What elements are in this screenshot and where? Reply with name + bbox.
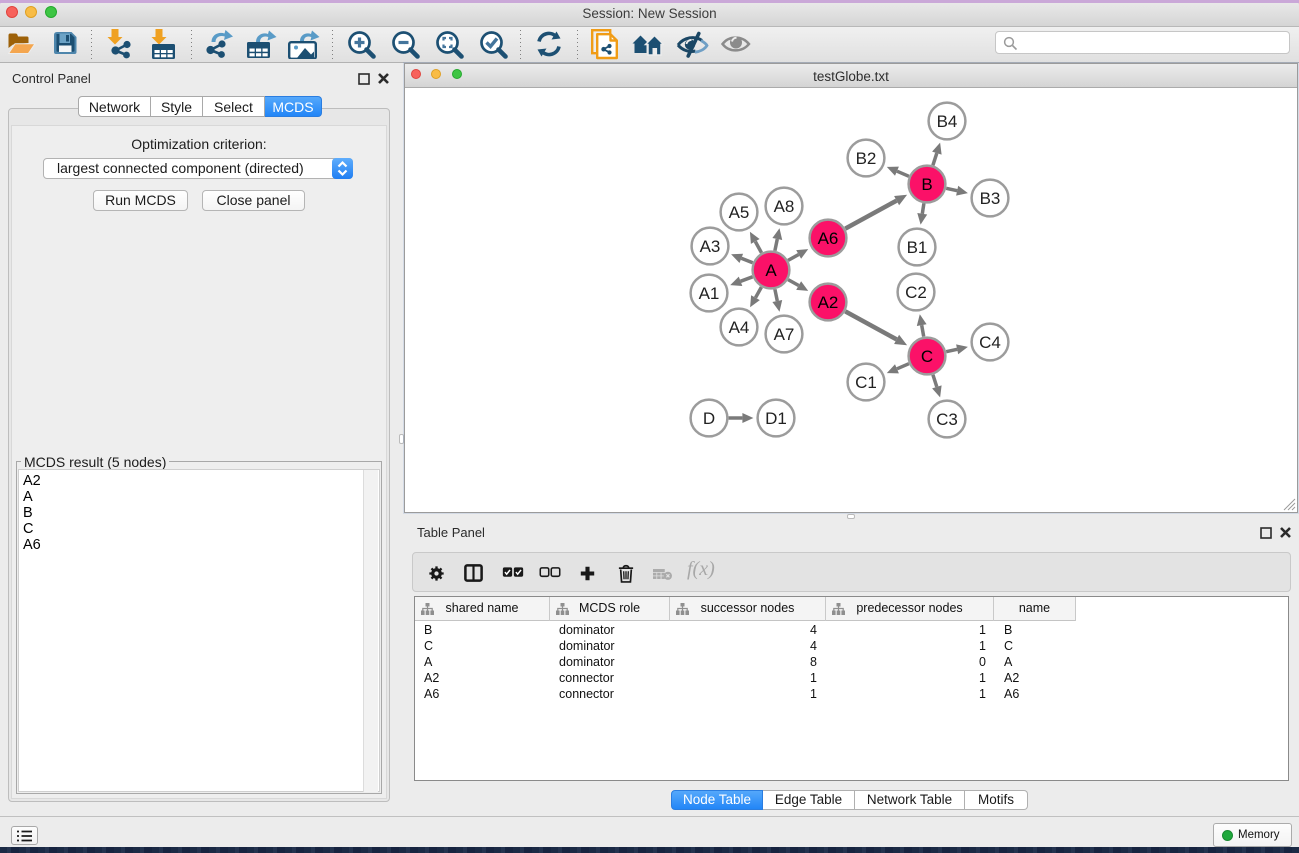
svg-text:D: D	[703, 409, 715, 428]
svg-text:B4: B4	[937, 112, 958, 131]
svg-text:B: B	[921, 175, 932, 194]
svg-text:B2: B2	[856, 149, 877, 168]
svg-text:B3: B3	[980, 189, 1001, 208]
svg-text:C4: C4	[979, 333, 1001, 352]
svg-text:C: C	[921, 347, 933, 366]
svg-text:B1: B1	[907, 238, 928, 257]
svg-text:A3: A3	[700, 237, 721, 256]
svg-text:A5: A5	[729, 203, 750, 222]
svg-text:A7: A7	[774, 325, 795, 344]
svg-text:C1: C1	[855, 373, 877, 392]
svg-text:A2: A2	[818, 293, 839, 312]
svg-text:A6: A6	[818, 229, 839, 248]
svg-text:D1: D1	[765, 409, 787, 428]
svg-text:C3: C3	[936, 410, 958, 429]
svg-text:A: A	[765, 261, 777, 280]
svg-text:C2: C2	[905, 283, 927, 302]
svg-text:A8: A8	[774, 197, 795, 216]
svg-text:A1: A1	[699, 284, 720, 303]
svg-text:A4: A4	[729, 318, 750, 337]
